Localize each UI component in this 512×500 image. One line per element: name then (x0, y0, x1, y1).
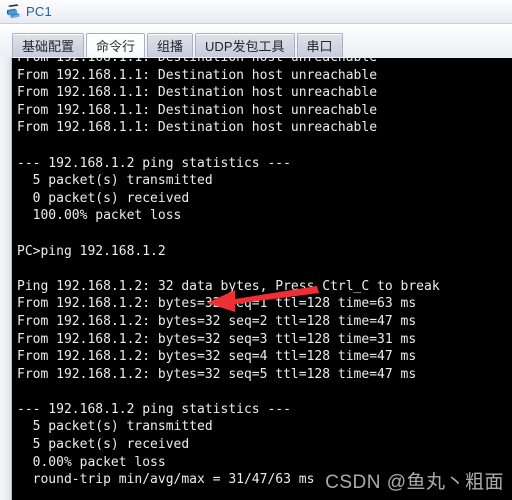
console-left-bevel (0, 57, 12, 500)
terminal-line: From 192.168.1.2: bytes=32 seq=1 ttl=128… (17, 296, 417, 312)
tab-serial-port[interactable]: 串口 (296, 33, 343, 58)
terminal-line: 0.00% packet loss (17, 454, 166, 470)
tab-list: 基础配置 命令行 组播 UDP发包工具 串口 (12, 33, 345, 58)
tab-command-line[interactable]: 命令行 (86, 33, 146, 58)
tab-strip: 基础配置 命令行 组播 UDP发包工具 串口 (0, 24, 512, 58)
terminal-line: From 192.168.1.1: Destination host unrea… (17, 58, 512, 67)
terminal-line: 100.00% packet loss (17, 208, 182, 224)
tab-command-line-label: 命令行 (96, 39, 136, 54)
terminal-line: From 192.168.1.1: Destination host unrea… (17, 120, 378, 136)
terminal-line: From 192.168.1.1: Destination host unrea… (17, 85, 378, 101)
terminal-line: 5 packet(s) received (17, 437, 190, 453)
terminal-line: 5 packet(s) transmitted (17, 173, 213, 189)
terminal-line: Ping 192.168.1.2: 32 data bytes, Press C… (17, 278, 440, 294)
terminal-line: From 192.168.1.1: Destination host unrea… (17, 102, 378, 118)
terminal-line: round-trip min/avg/max = 31/47/63 ms (17, 472, 315, 488)
tab-basic-config[interactable]: 基础配置 (12, 33, 85, 58)
terminal-output[interactable]: From 192.168.1.1: Destination host unrea… (12, 58, 512, 500)
window-title-label: PC1 (26, 4, 52, 19)
tab-udp-tool-label: UDP发包工具 (205, 39, 285, 54)
pc1-console-window: PC1 基础配置 命令行 组播 UDP发包工具 串口 From 192.168.… (0, 0, 512, 500)
terminal-line: From 192.168.1.2: bytes=32 seq=3 ttl=128… (17, 331, 417, 347)
console-panel: From 192.168.1.1: Destination host unrea… (0, 57, 512, 500)
tab-serial-port-label: 串口 (306, 39, 333, 54)
tab-basic-config-label: 基础配置 (22, 39, 75, 54)
window-title-bar: PC1 (0, 0, 512, 24)
tab-multicast-label: 组播 (157, 39, 184, 54)
terminal-line: --- 192.168.1.2 ping statistics --- (17, 155, 291, 171)
terminal-line: From 192.168.1.2: bytes=32 seq=4 ttl=128… (17, 349, 417, 365)
terminal-line: From 192.168.1.2: bytes=32 seq=5 ttl=128… (17, 366, 417, 382)
pc-device-icon (7, 4, 20, 19)
terminal-line: 0 packet(s) received (17, 190, 190, 206)
terminal-line: 5 packet(s) transmitted (17, 419, 213, 435)
terminal-line: --- 192.168.1.2 ping statistics --- (17, 401, 291, 417)
terminal-line: From 192.168.1.2: bytes=32 seq=2 ttl=128… (17, 313, 417, 329)
tab-multicast[interactable]: 组播 (147, 33, 194, 58)
terminal-line: PC>ping 192.168.1.2 (17, 243, 166, 259)
tab-udp-tool[interactable]: UDP发包工具 (195, 33, 295, 58)
terminal-line: From 192.168.1.1: Destination host unrea… (17, 67, 378, 83)
terminal-text: From 192.168.1.1: Destination host unrea… (17, 58, 512, 489)
